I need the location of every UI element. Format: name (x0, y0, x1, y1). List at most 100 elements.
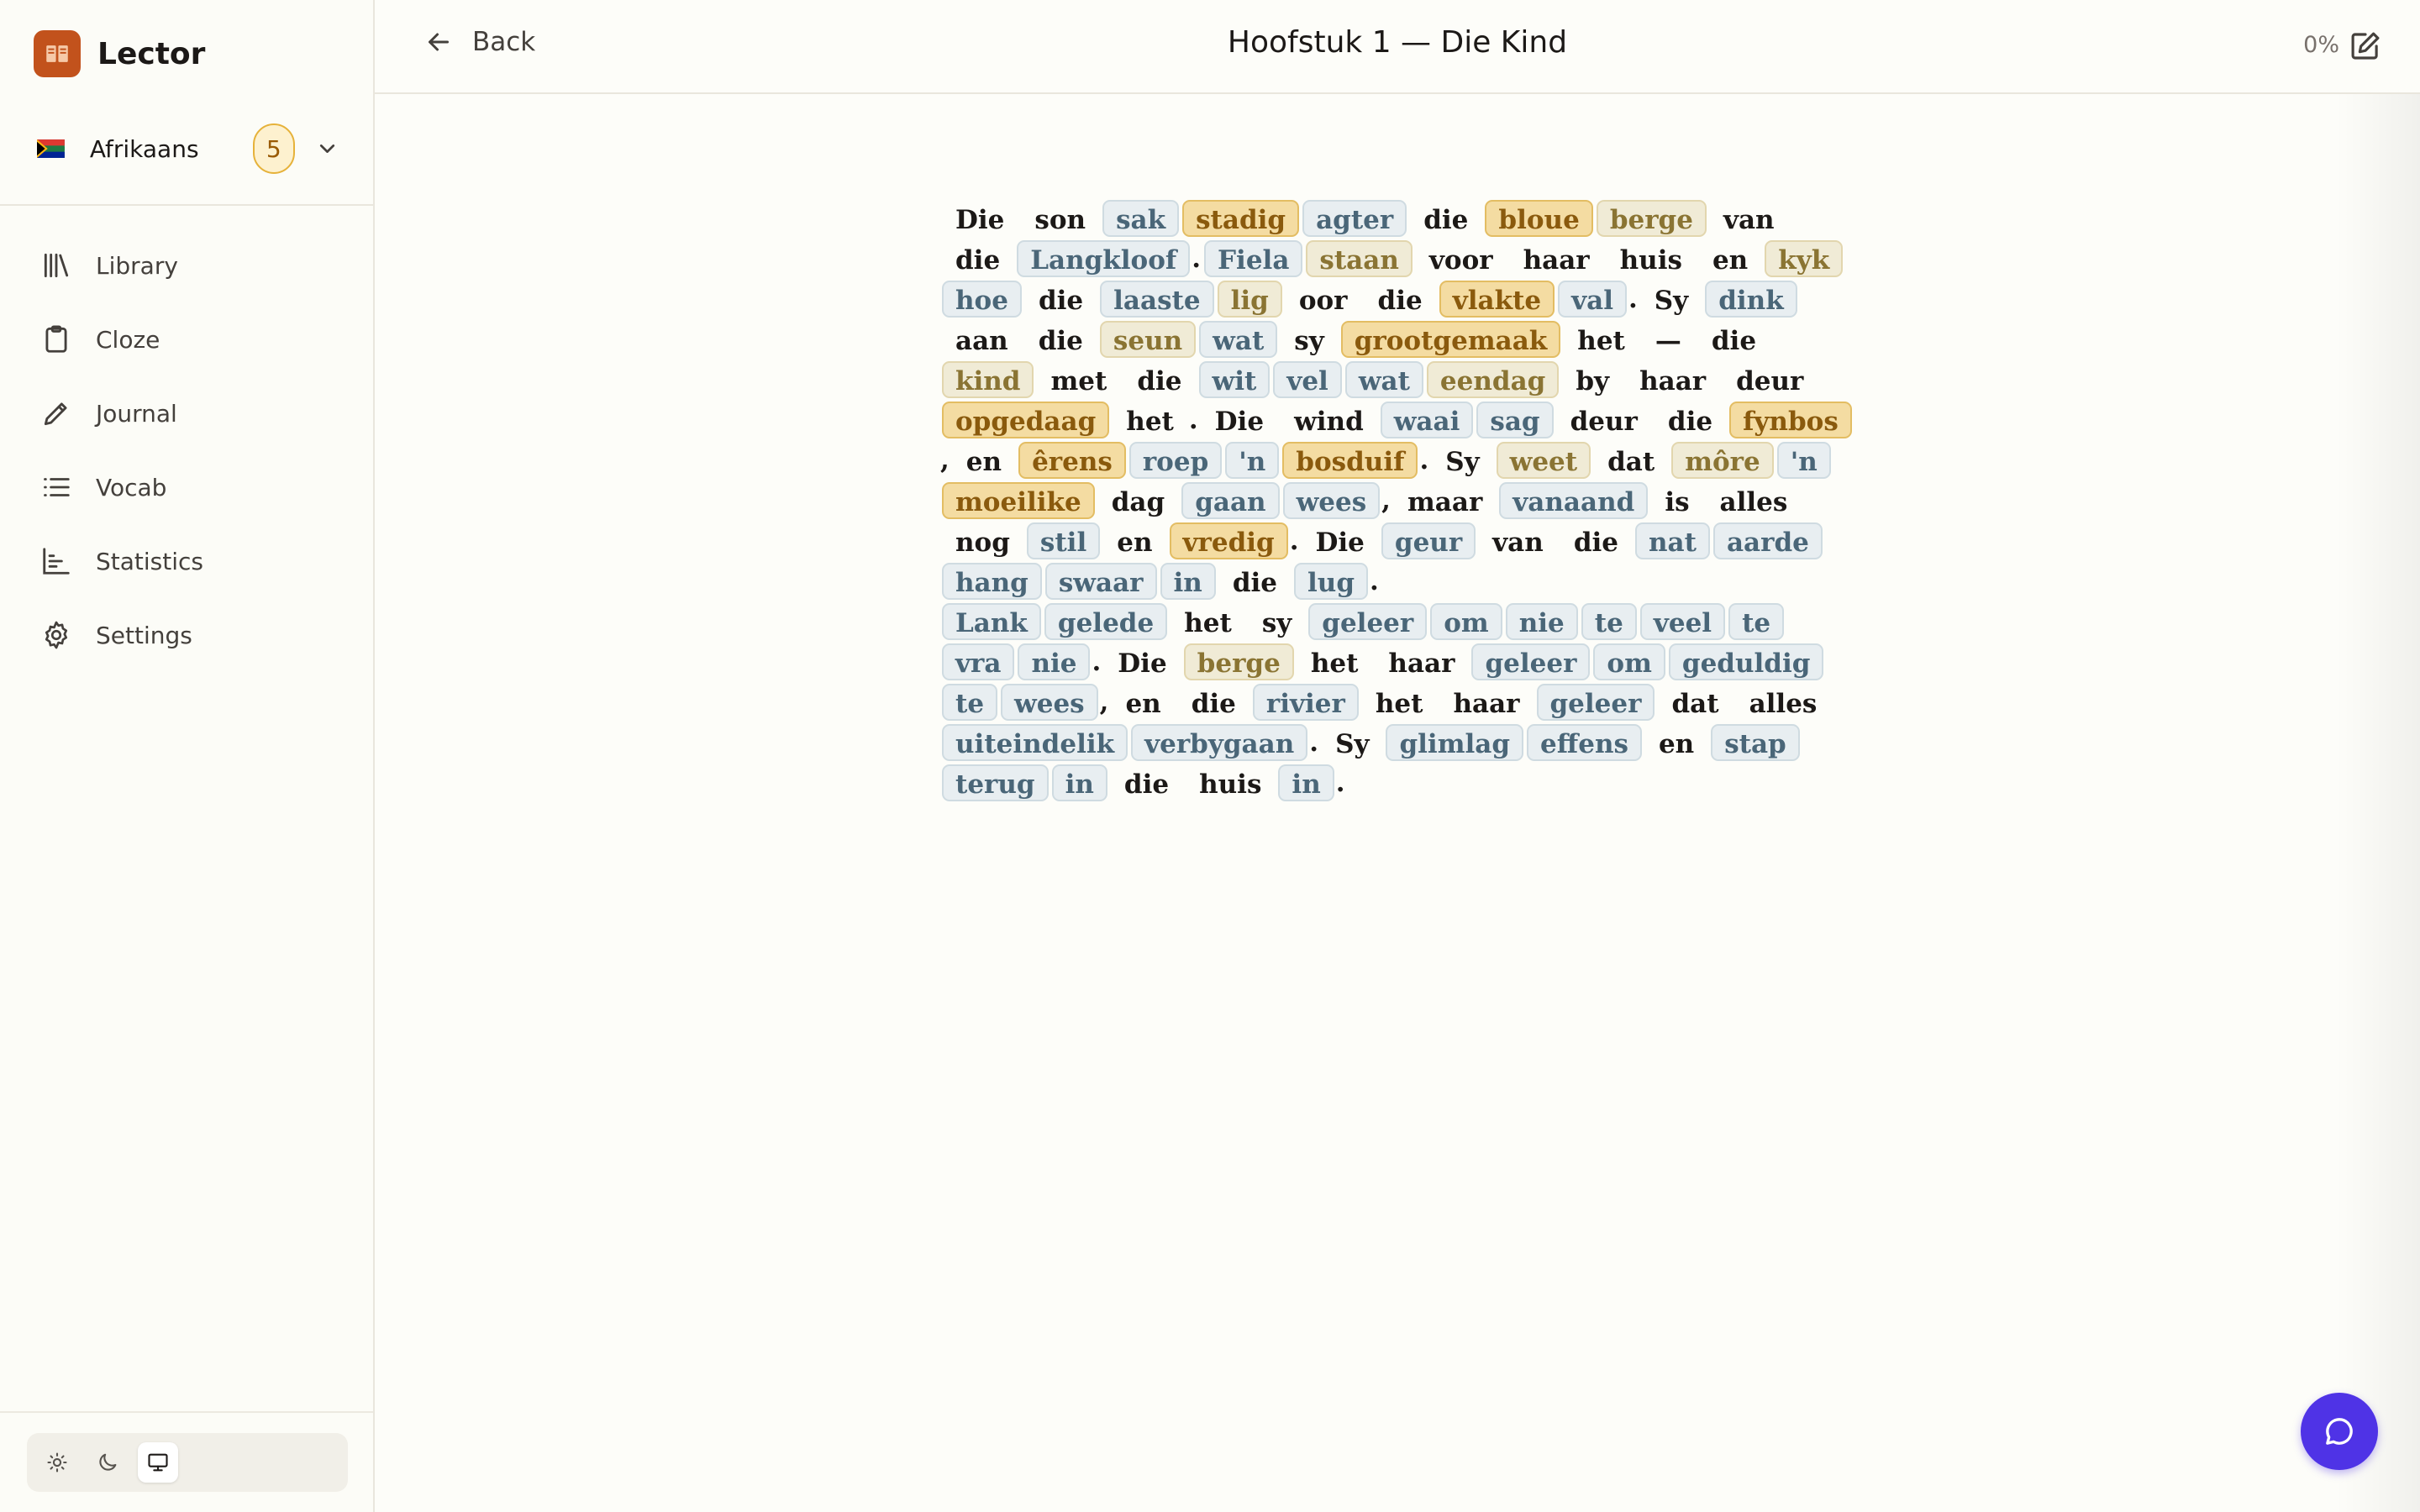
word-unknown[interactable]: wit (1198, 361, 1270, 398)
sidebar-item-cloze[interactable]: Cloze (40, 302, 343, 376)
word-seen[interactable]: berge (1596, 200, 1707, 237)
word-known[interactable]: son (1021, 200, 1099, 237)
word-learning[interactable]: grootgemaak (1340, 321, 1561, 358)
word-known[interactable]: huis (1607, 240, 1696, 277)
word-known[interactable]: oor (1286, 281, 1361, 318)
word-known[interactable]: haar (1375, 643, 1468, 680)
word-unknown[interactable]: sag (1476, 402, 1554, 438)
word-known[interactable]: sy (1249, 603, 1305, 640)
word-unknown[interactable]: vel (1273, 361, 1342, 398)
word-unknown[interactable]: hang (942, 563, 1042, 600)
word-learning[interactable]: êrens (1018, 442, 1126, 479)
word-unknown[interactable]: Langkloof (1017, 240, 1191, 277)
word-unknown[interactable]: swaar (1044, 563, 1157, 600)
word-known[interactable]: en (953, 442, 1015, 479)
word-known[interactable]: die (1025, 321, 1097, 358)
word-known[interactable]: die (1560, 522, 1632, 559)
word-unknown[interactable]: wat (1199, 321, 1278, 358)
theme-system-button[interactable] (138, 1442, 178, 1483)
word-known[interactable]: het (1564, 321, 1639, 358)
word-unknown[interactable]: te (1728, 603, 1785, 640)
word-unknown[interactable]: effens (1527, 724, 1642, 761)
word-known[interactable]: en (1645, 724, 1707, 761)
word-seen[interactable]: staan (1306, 240, 1413, 277)
word-learning[interactable]: vlakte (1439, 281, 1555, 318)
word-unknown[interactable]: gaan (1181, 482, 1280, 519)
word-known[interactable]: het (1171, 603, 1245, 640)
word-known[interactable]: het (1362, 684, 1437, 721)
word-known[interactable]: Die (1202, 402, 1277, 438)
word-known[interactable]: die (1111, 764, 1182, 801)
word-seen[interactable]: weet (1496, 442, 1591, 479)
word-unknown[interactable]: Fiela (1204, 240, 1303, 277)
word-known[interactable]: wind (1281, 402, 1377, 438)
word-unknown[interactable]: 'n (1225, 442, 1280, 479)
language-selector[interactable]: Afrikaans 5 (37, 123, 339, 175)
word-known[interactable]: by (1562, 361, 1623, 398)
word-unknown[interactable]: wees (1001, 684, 1098, 721)
word-known[interactable]: het (1297, 643, 1372, 680)
word-unknown[interactable]: waai (1380, 402, 1474, 438)
sidebar-item-journal[interactable]: Journal (40, 376, 343, 450)
word-known[interactable]: dat (1658, 684, 1732, 721)
word-known[interactable]: is (1651, 482, 1702, 519)
word-unknown[interactable]: terug (942, 764, 1049, 801)
word-learning[interactable]: opgedaag (942, 402, 1110, 438)
word-known[interactable]: maar (1394, 482, 1496, 519)
word-known[interactable]: Sy (1432, 442, 1492, 479)
word-known[interactable]: en (1699, 240, 1761, 277)
word-unknown[interactable]: geleer (1536, 684, 1655, 721)
word-known[interactable]: alles (1707, 482, 1802, 519)
word-learning[interactable]: bloue (1485, 200, 1593, 237)
word-unknown[interactable]: geleer (1308, 603, 1428, 640)
word-known[interactable]: deur (1557, 402, 1651, 438)
word-known[interactable]: met (1037, 361, 1120, 398)
word-known[interactable]: die (1178, 684, 1249, 721)
sidebar-item-library[interactable]: Library (40, 228, 343, 302)
word-unknown[interactable]: in (1160, 563, 1216, 600)
sidebar-item-vocab[interactable]: Vocab (40, 450, 343, 524)
word-known[interactable]: huis (1186, 764, 1275, 801)
word-known[interactable]: haar (1626, 361, 1719, 398)
word-known[interactable]: nog (942, 522, 1023, 559)
chevron-down-icon[interactable] (315, 136, 339, 161)
word-known[interactable]: Sy (1641, 281, 1702, 318)
word-known[interactable]: die (1655, 402, 1726, 438)
word-unknown[interactable]: te (1581, 603, 1637, 640)
word-unknown[interactable]: geur (1381, 522, 1476, 559)
word-unknown[interactable]: om (1593, 643, 1665, 680)
chat-button[interactable] (2301, 1393, 2378, 1470)
word-known[interactable]: aan (942, 321, 1022, 358)
word-learning[interactable]: stadig (1182, 200, 1300, 237)
word-unknown[interactable]: sak (1102, 200, 1180, 237)
word-unknown[interactable]: agter (1302, 200, 1407, 237)
word-unknown[interactable]: Lank (942, 603, 1041, 640)
word-seen[interactable]: kind (942, 361, 1034, 398)
word-known[interactable]: deur (1723, 361, 1817, 398)
word-unknown[interactable]: wat (1344, 361, 1423, 398)
word-learning[interactable]: fynbos (1729, 402, 1852, 438)
word-known[interactable]: het (1113, 402, 1187, 438)
word-unknown[interactable]: laaste (1100, 281, 1214, 318)
word-seen[interactable]: môre (1671, 442, 1774, 479)
word-known[interactable]: Sy (1322, 724, 1382, 761)
sidebar-item-statistics[interactable]: Statistics (40, 524, 343, 598)
word-learning[interactable]: bosduif (1282, 442, 1418, 479)
word-unknown[interactable]: stap (1711, 724, 1800, 761)
word-unknown[interactable]: te (942, 684, 998, 721)
word-unknown[interactable]: nie (1505, 603, 1578, 640)
word-unknown[interactable]: verbygaan (1131, 724, 1308, 761)
theme-dark-button[interactable] (87, 1442, 128, 1483)
word-known[interactable]: die (1123, 361, 1195, 398)
word-unknown[interactable]: nie (1018, 643, 1091, 680)
word-unknown[interactable]: aarde (1712, 522, 1823, 559)
word-unknown[interactable]: gelede (1044, 603, 1168, 640)
word-seen[interactable]: berge (1183, 643, 1294, 680)
word-learning[interactable]: vredig (1169, 522, 1288, 559)
word-unknown[interactable]: dink (1705, 281, 1797, 318)
word-unknown[interactable]: geduldig (1668, 643, 1824, 680)
word-known[interactable]: van (1710, 200, 1788, 237)
word-known[interactable]: haar (1510, 240, 1603, 277)
word-unknown[interactable]: glimlag (1386, 724, 1524, 761)
word-known[interactable]: Die (1104, 643, 1180, 680)
